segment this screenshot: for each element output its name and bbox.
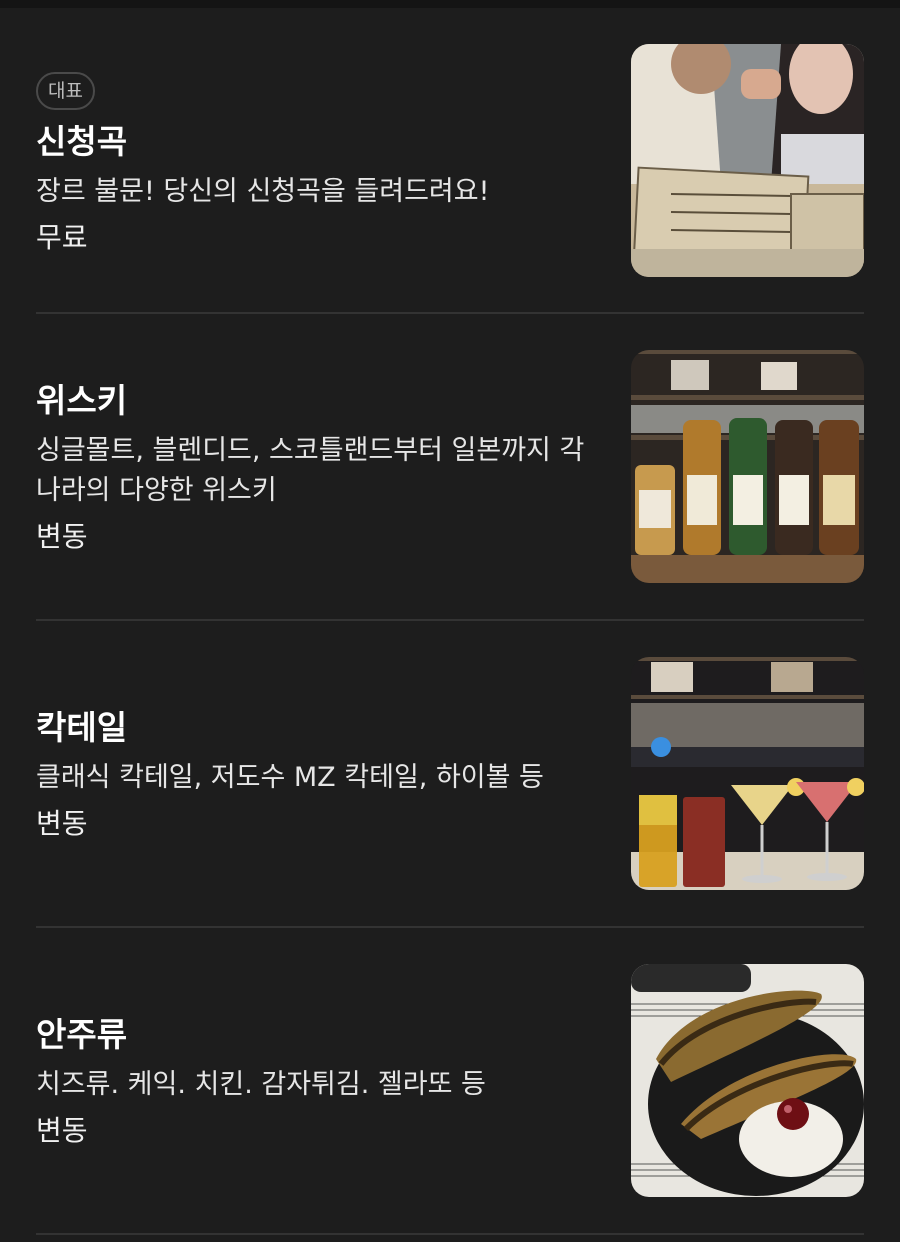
menu-item-whisky[interactable]: 위스키 싱글몰트, 블렌디드, 스코틀랜드부터 일본까지 각 나라의 다양한 위… xyxy=(36,314,864,621)
album-cover-photo[interactable] xyxy=(631,43,864,277)
banana-dessert-photo[interactable] xyxy=(631,964,864,1197)
signature-badge: 대표 xyxy=(36,72,95,110)
menu-item-song-request[interactable]: 대표 신청곡 장르 불문! 당신의 신청곡을 들려드려요! 무료 xyxy=(36,8,864,314)
menu-item-name: 안주류 xyxy=(36,1014,128,1054)
menu-item-name: 칵테일 xyxy=(36,707,128,747)
menu-list: 대표 신청곡 장르 불문! 당신의 신청곡을 들려드려요! 무료 위스키 싱글몰… xyxy=(0,8,900,1235)
menu-item-description: 싱글몰트, 블렌디드, 스코틀랜드부터 일본까지 각 나라의 다양한 위스키 xyxy=(36,434,585,506)
menu-item-text: 안주류 치즈류. 케익. 치킨. 감자튀김. 젤라또 등 변동 xyxy=(36,928,596,1233)
menu-item-price: 변동 xyxy=(36,806,88,840)
menu-item-price: 무료 xyxy=(36,221,88,254)
menu-item-description: 장르 불문! 당신의 신청곡을 들려드려요! xyxy=(36,176,490,207)
menu-item-description: 클래식 칵테일, 저도수 MZ 칵테일, 하이볼 등 xyxy=(36,761,544,793)
menu-item-cocktail[interactable]: 칵테일 클래식 칵테일, 저도수 MZ 칵테일, 하이볼 등 변동 xyxy=(36,621,864,928)
top-bar xyxy=(0,0,900,8)
menu-item-price: 변동 xyxy=(36,519,88,553)
menu-item-name: 위스키 xyxy=(36,380,128,420)
whisky-bottles-photo[interactable] xyxy=(631,350,864,583)
menu-item-snacks[interactable]: 안주류 치즈류. 케익. 치킨. 감자튀김. 젤라또 등 변동 xyxy=(36,928,864,1235)
menu-item-name: 신청곡 xyxy=(36,122,128,161)
cocktails-photo[interactable] xyxy=(631,657,864,890)
menu-item-description: 치즈류. 케익. 치킨. 감자튀김. 젤라또 등 xyxy=(36,1068,486,1100)
menu-item-text: 위스키 싱글몰트, 블렌디드, 스코틀랜드부터 일본까지 각 나라의 다양한 위… xyxy=(36,314,596,619)
menu-item-price: 변동 xyxy=(36,1113,88,1147)
menu-item-text: 칵테일 클래식 칵테일, 저도수 MZ 칵테일, 하이볼 등 변동 xyxy=(36,621,596,926)
menu-item-text: 대표 신청곡 장르 불문! 당신의 신청곡을 들려드려요! 무료 xyxy=(36,8,596,312)
